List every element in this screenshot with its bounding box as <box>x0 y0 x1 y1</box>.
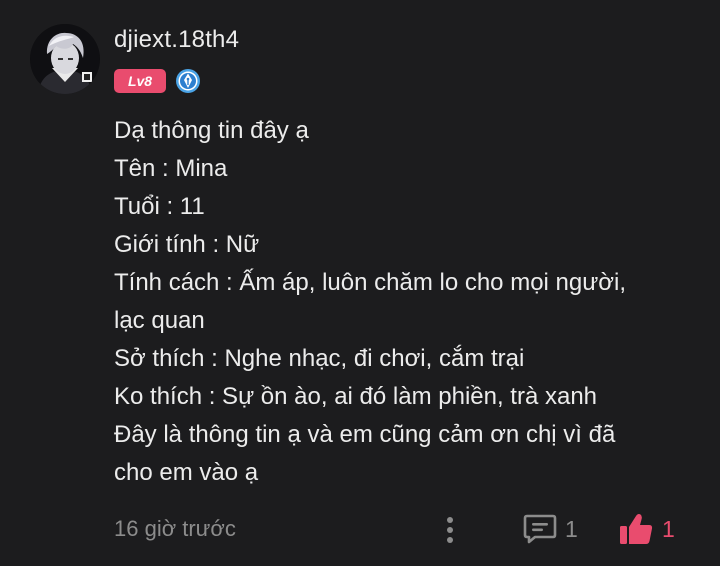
comment-line: Sở thích : Nghe nhạc, đi chơi, cắm trại <box>114 345 525 372</box>
avatar-image <box>30 24 100 94</box>
username[interactable]: djiext.18th4 <box>114 26 239 54</box>
comment-card: djiext.18th4 Lv8 Dạ thông tin đây ạ Tên … <box>0 0 720 566</box>
comment-line: Tên : Mina <box>114 155 228 182</box>
comment-line: Ko thích : Sự ồn ào, ai đó làm phiền, tr… <box>114 383 598 410</box>
comment-line: Đây là thông tin ạ và em cũng cảm ơn chị… <box>114 421 616 448</box>
comment-line: Tính cách : Ấm áp, luôn chăm lo cho mọi … <box>114 269 627 296</box>
more-vertical-icon[interactable] <box>438 514 462 546</box>
timestamp: 16 giờ trước <box>114 516 236 541</box>
thumbs-up-icon[interactable] <box>618 512 654 546</box>
comment-body: Dạ thông tin đây ạ Tên : Mina Tuổi : 11 … <box>114 112 704 492</box>
comment-line: lạc quan <box>114 307 205 334</box>
comment-line: Giới tính : Nữ <box>114 231 260 258</box>
comment-line: cho em vào ạ <box>114 459 259 486</box>
avatar[interactable] <box>30 24 100 94</box>
level-badge: Lv8 <box>114 69 166 93</box>
comment-line: Tuổi : 11 <box>114 193 205 220</box>
comment-bubble-icon[interactable] <box>523 513 557 545</box>
comment-line: Dạ thông tin đây ạ <box>114 117 309 144</box>
like-count: 1 <box>662 516 675 542</box>
pen-badge-icon <box>175 68 201 94</box>
reply-count: 1 <box>565 516 578 542</box>
